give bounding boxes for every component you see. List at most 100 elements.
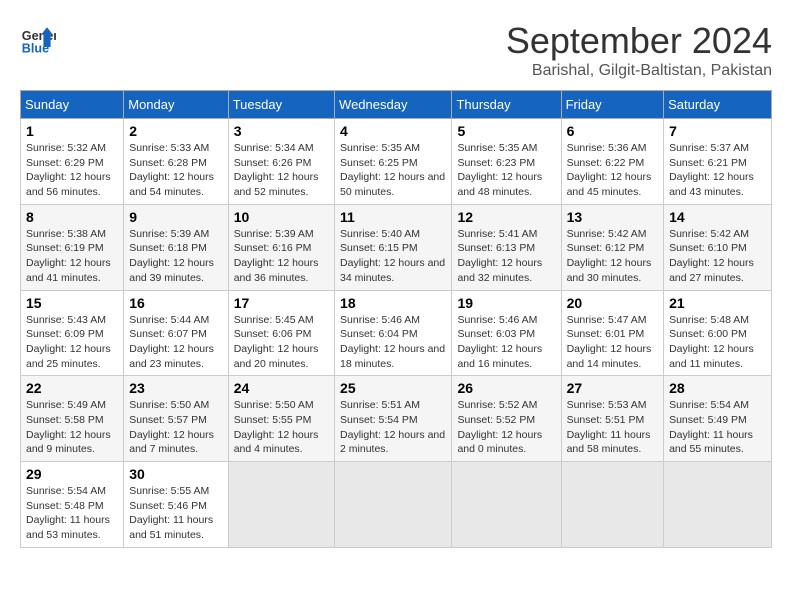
day-info: Sunrise: 5:42 AM Sunset: 6:10 PM Dayligh… bbox=[669, 227, 766, 286]
logo-icon: General Blue bbox=[20, 20, 56, 56]
day-number: 22 bbox=[26, 380, 118, 396]
calendar-cell: 21 Sunrise: 5:48 AM Sunset: 6:00 PM Dayl… bbox=[664, 290, 772, 376]
calendar-week-5: 29 Sunrise: 5:54 AM Sunset: 5:48 PM Dayl… bbox=[21, 462, 772, 548]
calendar-cell: 6 Sunrise: 5:36 AM Sunset: 6:22 PM Dayli… bbox=[561, 119, 664, 205]
day-info: Sunrise: 5:38 AM Sunset: 6:19 PM Dayligh… bbox=[26, 227, 118, 286]
day-info: Sunrise: 5:50 AM Sunset: 5:57 PM Dayligh… bbox=[129, 398, 222, 457]
month-title: September 2024 bbox=[506, 20, 772, 62]
calendar-header-row: SundayMondayTuesdayWednesdayThursdayFrid… bbox=[21, 91, 772, 119]
day-info: Sunrise: 5:48 AM Sunset: 6:00 PM Dayligh… bbox=[669, 313, 766, 372]
day-info: Sunrise: 5:44 AM Sunset: 6:07 PM Dayligh… bbox=[129, 313, 222, 372]
calendar-cell: 14 Sunrise: 5:42 AM Sunset: 6:10 PM Dayl… bbox=[664, 204, 772, 290]
day-number: 15 bbox=[26, 295, 118, 311]
day-number: 13 bbox=[567, 209, 659, 225]
day-number: 16 bbox=[129, 295, 222, 311]
day-info: Sunrise: 5:32 AM Sunset: 6:29 PM Dayligh… bbox=[26, 141, 118, 200]
day-info: Sunrise: 5:46 AM Sunset: 6:03 PM Dayligh… bbox=[457, 313, 555, 372]
calendar-cell: 18 Sunrise: 5:46 AM Sunset: 6:04 PM Dayl… bbox=[335, 290, 452, 376]
day-number: 6 bbox=[567, 123, 659, 139]
calendar-cell: 10 Sunrise: 5:39 AM Sunset: 6:16 PM Dayl… bbox=[228, 204, 334, 290]
calendar-cell: 12 Sunrise: 5:41 AM Sunset: 6:13 PM Dayl… bbox=[452, 204, 561, 290]
calendar-cell: 28 Sunrise: 5:54 AM Sunset: 5:49 PM Dayl… bbox=[664, 376, 772, 462]
day-info: Sunrise: 5:55 AM Sunset: 5:46 PM Dayligh… bbox=[129, 484, 222, 543]
calendar-cell: 20 Sunrise: 5:47 AM Sunset: 6:01 PM Dayl… bbox=[561, 290, 664, 376]
col-header-tuesday: Tuesday bbox=[228, 91, 334, 119]
calendar-table: SundayMondayTuesdayWednesdayThursdayFrid… bbox=[20, 90, 772, 548]
day-number: 26 bbox=[457, 380, 555, 396]
day-number: 25 bbox=[340, 380, 446, 396]
calendar-week-1: 1 Sunrise: 5:32 AM Sunset: 6:29 PM Dayli… bbox=[21, 119, 772, 205]
day-info: Sunrise: 5:52 AM Sunset: 5:52 PM Dayligh… bbox=[457, 398, 555, 457]
calendar-week-4: 22 Sunrise: 5:49 AM Sunset: 5:58 PM Dayl… bbox=[21, 376, 772, 462]
calendar-cell: 13 Sunrise: 5:42 AM Sunset: 6:12 PM Dayl… bbox=[561, 204, 664, 290]
day-info: Sunrise: 5:34 AM Sunset: 6:26 PM Dayligh… bbox=[234, 141, 329, 200]
day-info: Sunrise: 5:42 AM Sunset: 6:12 PM Dayligh… bbox=[567, 227, 659, 286]
page-header: General Blue September 2024 Barishal, Gi… bbox=[20, 20, 772, 80]
day-number: 12 bbox=[457, 209, 555, 225]
day-number: 14 bbox=[669, 209, 766, 225]
day-info: Sunrise: 5:51 AM Sunset: 5:54 PM Dayligh… bbox=[340, 398, 446, 457]
day-info: Sunrise: 5:36 AM Sunset: 6:22 PM Dayligh… bbox=[567, 141, 659, 200]
calendar-cell bbox=[561, 462, 664, 548]
day-number: 20 bbox=[567, 295, 659, 311]
calendar-cell: 1 Sunrise: 5:32 AM Sunset: 6:29 PM Dayli… bbox=[21, 119, 124, 205]
calendar-cell: 15 Sunrise: 5:43 AM Sunset: 6:09 PM Dayl… bbox=[21, 290, 124, 376]
day-number: 24 bbox=[234, 380, 329, 396]
calendar-cell: 29 Sunrise: 5:54 AM Sunset: 5:48 PM Dayl… bbox=[21, 462, 124, 548]
day-number: 29 bbox=[26, 466, 118, 482]
day-info: Sunrise: 5:43 AM Sunset: 6:09 PM Dayligh… bbox=[26, 313, 118, 372]
day-info: Sunrise: 5:50 AM Sunset: 5:55 PM Dayligh… bbox=[234, 398, 329, 457]
day-number: 2 bbox=[129, 123, 222, 139]
calendar-cell: 4 Sunrise: 5:35 AM Sunset: 6:25 PM Dayli… bbox=[335, 119, 452, 205]
calendar-cell: 25 Sunrise: 5:51 AM Sunset: 5:54 PM Dayl… bbox=[335, 376, 452, 462]
calendar-cell: 8 Sunrise: 5:38 AM Sunset: 6:19 PM Dayli… bbox=[21, 204, 124, 290]
calendar-cell: 23 Sunrise: 5:50 AM Sunset: 5:57 PM Dayl… bbox=[124, 376, 228, 462]
calendar-cell bbox=[228, 462, 334, 548]
day-info: Sunrise: 5:33 AM Sunset: 6:28 PM Dayligh… bbox=[129, 141, 222, 200]
calendar-cell: 26 Sunrise: 5:52 AM Sunset: 5:52 PM Dayl… bbox=[452, 376, 561, 462]
day-info: Sunrise: 5:35 AM Sunset: 6:23 PM Dayligh… bbox=[457, 141, 555, 200]
calendar-week-3: 15 Sunrise: 5:43 AM Sunset: 6:09 PM Dayl… bbox=[21, 290, 772, 376]
day-info: Sunrise: 5:39 AM Sunset: 6:18 PM Dayligh… bbox=[129, 227, 222, 286]
calendar-cell: 19 Sunrise: 5:46 AM Sunset: 6:03 PM Dayl… bbox=[452, 290, 561, 376]
col-header-thursday: Thursday bbox=[452, 91, 561, 119]
day-number: 11 bbox=[340, 209, 446, 225]
calendar-cell: 16 Sunrise: 5:44 AM Sunset: 6:07 PM Dayl… bbox=[124, 290, 228, 376]
calendar-cell: 11 Sunrise: 5:40 AM Sunset: 6:15 PM Dayl… bbox=[335, 204, 452, 290]
calendar-cell: 2 Sunrise: 5:33 AM Sunset: 6:28 PM Dayli… bbox=[124, 119, 228, 205]
day-number: 1 bbox=[26, 123, 118, 139]
location-subtitle: Barishal, Gilgit-Baltistan, Pakistan bbox=[506, 62, 772, 80]
day-number: 4 bbox=[340, 123, 446, 139]
day-number: 10 bbox=[234, 209, 329, 225]
day-number: 8 bbox=[26, 209, 118, 225]
calendar-cell: 7 Sunrise: 5:37 AM Sunset: 6:21 PM Dayli… bbox=[664, 119, 772, 205]
day-info: Sunrise: 5:47 AM Sunset: 6:01 PM Dayligh… bbox=[567, 313, 659, 372]
day-number: 9 bbox=[129, 209, 222, 225]
day-info: Sunrise: 5:53 AM Sunset: 5:51 PM Dayligh… bbox=[567, 398, 659, 457]
calendar-cell: 30 Sunrise: 5:55 AM Sunset: 5:46 PM Dayl… bbox=[124, 462, 228, 548]
day-number: 17 bbox=[234, 295, 329, 311]
day-info: Sunrise: 5:49 AM Sunset: 5:58 PM Dayligh… bbox=[26, 398, 118, 457]
day-number: 19 bbox=[457, 295, 555, 311]
calendar-cell: 22 Sunrise: 5:49 AM Sunset: 5:58 PM Dayl… bbox=[21, 376, 124, 462]
calendar-cell bbox=[335, 462, 452, 548]
day-info: Sunrise: 5:35 AM Sunset: 6:25 PM Dayligh… bbox=[340, 141, 446, 200]
day-number: 5 bbox=[457, 123, 555, 139]
day-info: Sunrise: 5:54 AM Sunset: 5:49 PM Dayligh… bbox=[669, 398, 766, 457]
calendar-cell bbox=[452, 462, 561, 548]
day-number: 28 bbox=[669, 380, 766, 396]
calendar-cell: 24 Sunrise: 5:50 AM Sunset: 5:55 PM Dayl… bbox=[228, 376, 334, 462]
day-number: 30 bbox=[129, 466, 222, 482]
day-info: Sunrise: 5:37 AM Sunset: 6:21 PM Dayligh… bbox=[669, 141, 766, 200]
day-number: 27 bbox=[567, 380, 659, 396]
col-header-saturday: Saturday bbox=[664, 91, 772, 119]
day-number: 3 bbox=[234, 123, 329, 139]
calendar-cell: 9 Sunrise: 5:39 AM Sunset: 6:18 PM Dayli… bbox=[124, 204, 228, 290]
col-header-friday: Friday bbox=[561, 91, 664, 119]
title-section: September 2024 Barishal, Gilgit-Baltista… bbox=[506, 20, 772, 80]
day-number: 7 bbox=[669, 123, 766, 139]
col-header-sunday: Sunday bbox=[21, 91, 124, 119]
col-header-monday: Monday bbox=[124, 91, 228, 119]
calendar-cell: 27 Sunrise: 5:53 AM Sunset: 5:51 PM Dayl… bbox=[561, 376, 664, 462]
day-info: Sunrise: 5:46 AM Sunset: 6:04 PM Dayligh… bbox=[340, 313, 446, 372]
